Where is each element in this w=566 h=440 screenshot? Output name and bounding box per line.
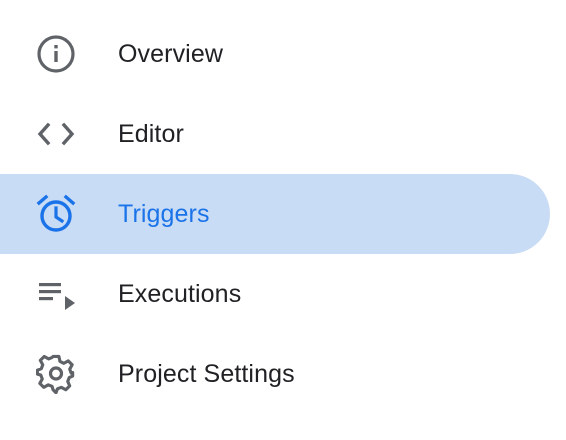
sidebar-item-executions[interactable]: Executions bbox=[0, 254, 550, 334]
sidebar-item-label: Overview bbox=[118, 40, 223, 68]
sidebar-item-triggers[interactable]: Triggers bbox=[0, 174, 550, 254]
sidebar-item-label: Triggers bbox=[118, 200, 210, 228]
sidebar-item-project-settings[interactable]: Project Settings bbox=[0, 334, 550, 414]
info-icon bbox=[36, 34, 76, 74]
playlist-play-icon bbox=[36, 274, 76, 314]
gear-icon bbox=[36, 354, 76, 394]
sidebar-nav: Overview Editor Triggers Executions Proj… bbox=[0, 0, 566, 440]
sidebar-item-label: Project Settings bbox=[118, 360, 295, 388]
sidebar-item-label: Executions bbox=[118, 280, 242, 308]
sidebar-item-overview[interactable]: Overview bbox=[0, 14, 550, 94]
sidebar-item-editor[interactable]: Editor bbox=[0, 94, 550, 174]
sidebar-item-label: Editor bbox=[118, 120, 184, 148]
code-icon bbox=[36, 114, 76, 154]
alarm-clock-icon bbox=[36, 194, 76, 234]
